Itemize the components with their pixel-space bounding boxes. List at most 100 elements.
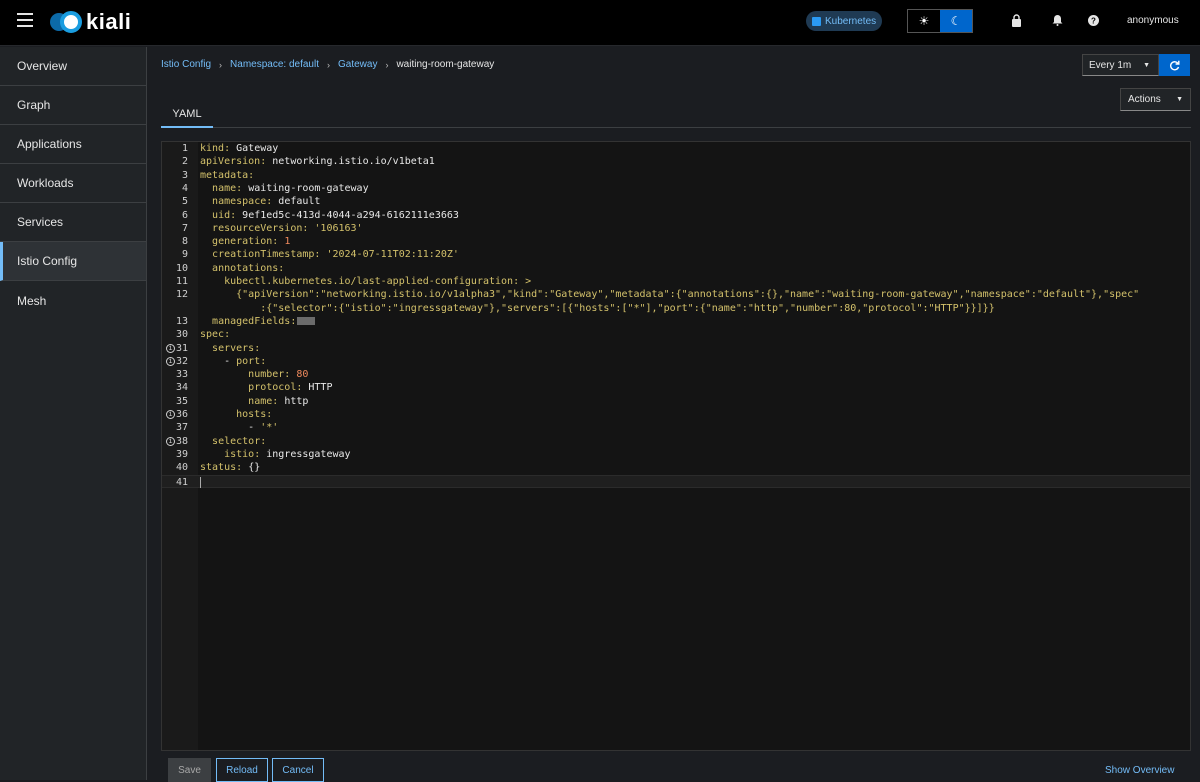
help-icon[interactable]: ?: [1088, 14, 1099, 29]
cancel-button[interactable]: Cancel: [272, 758, 324, 782]
breadcrumb-namespace[interactable]: Namespace: default: [230, 59, 319, 70]
code-text: generation: 1: [212, 236, 291, 248]
line-number: 35: [175, 395, 188, 407]
sidebar-item-mesh[interactable]: Mesh: [0, 281, 146, 320]
line-number: 38: [175, 435, 188, 447]
code-text: {"apiVersion":"networking.istio.io/v1alp…: [236, 289, 1140, 301]
line-number: 41: [175, 476, 188, 488]
line-number: 13: [175, 315, 188, 327]
code-text: selector:: [212, 435, 267, 447]
code-line: :{"selector":{"istio":"ingressgateway"},…: [162, 302, 1190, 315]
sidebar-item-overview[interactable]: Overview: [0, 47, 146, 86]
refresh-interval-select[interactable]: Every 1m ▼: [1082, 54, 1159, 76]
code-text: - port:: [200, 355, 267, 367]
code-line: 34 protocol: HTTP: [162, 381, 1190, 394]
code-line: 6 uid: 9ef1ed5c-413d-4044-a294-6162111e3…: [162, 209, 1190, 222]
refresh-interval-value: Every 1m: [1089, 59, 1132, 71]
cluster-badge-label: Kubernetes: [825, 15, 877, 27]
show-overview-link[interactable]: Show Overview: [1105, 765, 1174, 776]
sidebar-item-applications[interactable]: Applications: [0, 125, 146, 164]
code-line: 2 apiVersion: networking.istio.io/v1beta1: [162, 155, 1190, 168]
code-line: 40 status: {}: [162, 461, 1190, 474]
refresh-button[interactable]: [1159, 54, 1190, 76]
code-line: 39 istio: ingressgateway: [162, 448, 1190, 461]
code-text: name: http: [248, 395, 309, 407]
logo-text: kiali: [86, 9, 132, 34]
light-theme-sun-icon[interactable]: ☀: [908, 10, 940, 32]
code-text: number: 80: [248, 369, 309, 381]
breadcrumb-gateway[interactable]: Gateway: [338, 59, 377, 70]
line-number: 5: [181, 196, 188, 208]
code-text: uid: 9ef1ed5c-413d-4044-a294-6162111e366…: [212, 209, 459, 221]
line-number: 37: [175, 422, 188, 434]
line-number: 6: [181, 209, 188, 221]
line-number: 9: [181, 249, 188, 261]
sidebar-item-istio-config[interactable]: Istio Config: [0, 242, 146, 281]
svg-text:?: ?: [1091, 17, 1096, 26]
code-line: 1 kind: Gateway: [162, 142, 1190, 155]
lock-icon[interactable]: [1011, 14, 1022, 30]
tab-yaml[interactable]: YAML: [161, 101, 213, 128]
code-text: creationTimestamp: '2024-07-11T02:11:20Z…: [212, 249, 459, 261]
masthead: kiali Kubernetes ☀ ☾ ? anonymous: [0, 0, 1200, 46]
code-line: 11 kubectl.kubernetes.io/last-applied-co…: [162, 275, 1190, 288]
dark-theme-moon-icon[interactable]: ☾: [940, 10, 972, 32]
code-text: kind: Gateway: [200, 143, 279, 154]
code-text: resourceVersion: '106163': [212, 222, 363, 234]
code-text: :{"selector":{"istio":"ingressgateway"},…: [260, 302, 995, 314]
line-number: 8: [181, 236, 188, 248]
breadcrumb-separator-icon: ›: [385, 59, 389, 70]
reload-button[interactable]: Reload: [216, 758, 268, 782]
line-number: 10: [175, 262, 188, 274]
line-number: 1: [181, 143, 188, 154]
sidebar-nav: Overview Graph Applications Workloads Se…: [0, 47, 147, 780]
line-number: 2: [181, 156, 188, 168]
line-number: 33: [175, 369, 188, 381]
code-line: 8 generation: 1: [162, 235, 1190, 248]
code-text: metadata:: [200, 169, 255, 181]
code-text: status: {}: [200, 462, 261, 474]
line-number: 31: [175, 342, 188, 354]
code-line: i 38 selector:: [162, 435, 1190, 448]
bell-icon[interactable]: [1052, 14, 1063, 29]
line-number: 12: [175, 289, 188, 301]
save-button[interactable]: Save: [168, 758, 211, 782]
folded-region-icon[interactable]: [297, 316, 316, 325]
breadcrumb: Istio Config › Namespace: default › Gate…: [161, 59, 494, 70]
main-content: Istio Config › Namespace: default › Gate…: [148, 47, 1200, 782]
code-line: 13 managedFields:: [162, 315, 1190, 328]
code-line: 35 name: http: [162, 395, 1190, 408]
code-text: kubectl.kubernetes.io/last-applied-confi…: [224, 276, 532, 287]
code-text: hosts:: [236, 409, 273, 420]
user-menu[interactable]: anonymous: [1127, 15, 1179, 26]
code-text: annotations:: [212, 262, 285, 274]
sidebar-item-graph[interactable]: Graph: [0, 86, 146, 125]
menu-toggle-icon[interactable]: [17, 13, 33, 27]
code-line: i 32 - port:: [162, 355, 1190, 368]
kiali-logo-icon: [50, 10, 82, 34]
cluster-icon: [812, 16, 821, 26]
code-line: 9 creationTimestamp: '2024-07-11T02:11:2…: [162, 248, 1190, 261]
sidebar-item-workloads[interactable]: Workloads: [0, 164, 146, 203]
theme-toggle[interactable]: ☀ ☾: [907, 9, 973, 33]
line-number: 4: [181, 182, 188, 194]
code-text: managedFields:: [200, 315, 316, 328]
line-number: 11: [175, 276, 188, 287]
code-line: i 36 hosts:: [162, 408, 1190, 421]
kiali-logo[interactable]: kiali: [50, 9, 131, 35]
code-line: 37 - '*': [162, 421, 1190, 434]
code-text: apiVersion: networking.istio.io/v1beta1: [200, 156, 435, 168]
code-text: spec:: [200, 329, 231, 341]
yaml-editor[interactable]: 1 kind: Gateway 2 apiVersion: networking.is…: [161, 141, 1191, 751]
text-cursor: [200, 476, 201, 488]
code-line: 41: [162, 474, 1190, 488]
code-line: 4 name: waiting-room-gateway: [162, 182, 1190, 195]
code-text: istio: ingressgateway: [224, 448, 351, 460]
code-line: 3 metadata:: [162, 169, 1190, 182]
code-text: - '*': [200, 422, 279, 434]
line-number: 32: [175, 355, 188, 367]
breadcrumb-current: waiting-room-gateway: [396, 59, 495, 70]
breadcrumb-istio-config[interactable]: Istio Config: [161, 59, 211, 70]
sidebar-item-services[interactable]: Services: [0, 203, 146, 242]
code-line: 10 annotations:: [162, 262, 1190, 275]
